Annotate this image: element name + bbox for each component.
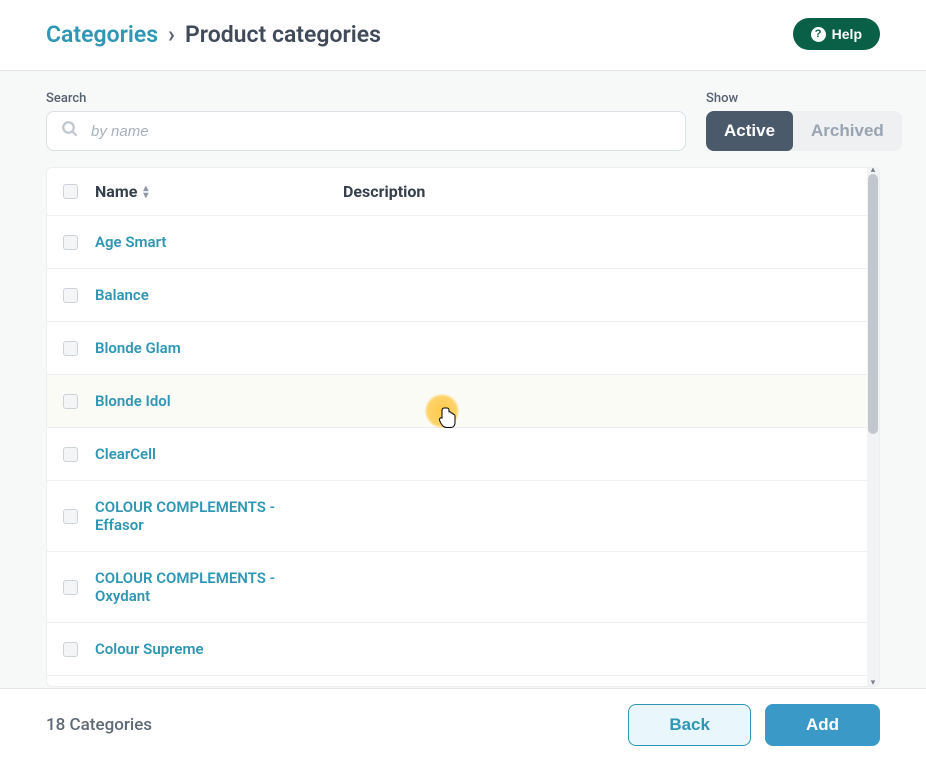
help-button[interactable]: ? Help [793,18,880,50]
row-checkbox[interactable] [63,580,78,595]
add-button[interactable]: Add [765,704,880,746]
page-title: Product categories [185,21,381,48]
table-row[interactable]: Blonde Idol [47,375,867,428]
row-checkbox[interactable] [63,235,78,250]
table-row[interactable]: ConditionerAll Conditioning products [47,676,867,686]
help-label: Help [832,26,862,42]
search-field[interactable] [46,111,686,151]
status-toggle: Active Archived [706,111,902,151]
back-button[interactable]: Back [628,704,751,746]
show-label: Show [706,91,902,106]
scroll-thumb[interactable] [868,174,878,434]
row-name[interactable]: Blonde Glam [95,339,343,357]
count-text: 18 Categories [46,715,152,735]
row-name[interactable]: Blonde Idol [95,392,343,410]
toggle-archived[interactable]: Archived [793,111,902,151]
search-label: Search [46,91,686,106]
row-name[interactable]: Colour Supreme [95,640,343,658]
column-header-name[interactable]: Name ▴▾ [95,182,343,201]
row-name[interactable]: Balance [95,286,343,304]
row-checkbox[interactable] [63,509,78,524]
row-checkbox[interactable] [63,288,78,303]
row-checkbox[interactable] [63,447,78,462]
search-icon [61,120,79,142]
row-name[interactable]: Age Smart [95,233,343,251]
table-row[interactable]: COLOUR COMPLEMENTS - Effasor [47,481,867,552]
breadcrumb-root[interactable]: Categories [46,21,158,48]
select-all-checkbox[interactable] [63,184,78,199]
row-checkbox[interactable] [63,341,78,356]
table-row[interactable]: ClearCell [47,428,867,481]
table-row[interactable]: Colour Supreme [47,623,867,676]
table-row[interactable]: Balance [47,269,867,322]
breadcrumb: Categories › Product categories [46,21,381,48]
table-row[interactable]: Age Smart [47,216,867,269]
sort-icon: ▴▾ [143,185,148,199]
scrollbar[interactable]: ▴ ▾ [867,168,879,686]
scroll-down-icon[interactable]: ▾ [867,678,879,687]
row-checkbox[interactable] [63,642,78,657]
chevron-right-icon: › [168,21,175,48]
help-icon: ? [811,27,826,42]
row-name[interactable]: COLOUR COMPLEMENTS - Oxydant [95,569,343,605]
search-input[interactable] [91,123,671,140]
toggle-active[interactable]: Active [706,111,793,151]
row-checkbox[interactable] [63,394,78,409]
table-row[interactable]: COLOUR COMPLEMENTS - Oxydant [47,552,867,623]
row-name[interactable]: COLOUR COMPLEMENTS - Effasor [95,498,343,534]
row-name[interactable]: ClearCell [95,445,343,463]
table-row[interactable]: Blonde Glam [47,322,867,375]
column-header-description[interactable]: Description [343,182,851,201]
